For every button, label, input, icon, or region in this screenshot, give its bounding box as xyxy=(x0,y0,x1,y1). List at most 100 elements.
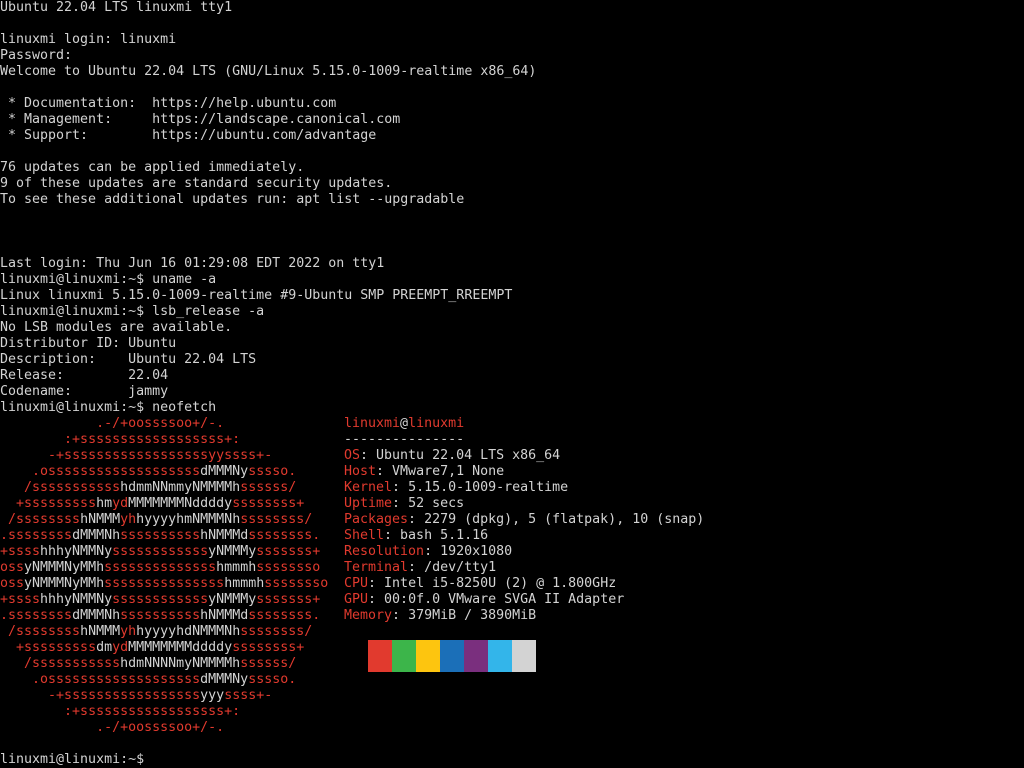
logo-segment: +ssss xyxy=(0,544,41,559)
logo-segment: dMMMNy xyxy=(200,672,249,687)
logo-segment xyxy=(0,720,96,735)
info-row-uptime: Uptime: 52 secs xyxy=(344,496,464,512)
logo-segment xyxy=(0,704,64,719)
password-line: Password: xyxy=(0,48,73,63)
color-swatch xyxy=(464,640,488,672)
info-colon: : xyxy=(368,592,385,607)
logo-segment xyxy=(0,640,16,655)
security-updates-line: 9 of these updates are standard security… xyxy=(0,176,393,191)
login-line: linuxmi login: linuxmi xyxy=(0,32,177,47)
info-value: Intel i5-8250U (2) @ 1.800GHz xyxy=(384,576,617,591)
logo-segment: /ssssssss xyxy=(8,512,81,527)
logo-line: ossyNMMMNyMMhssssssssssssssshmmmhsssssss… xyxy=(0,576,328,592)
info-row-resolution: Resolution: 1920x1080 xyxy=(344,544,512,560)
logo-segment: .osssssssssssssssssss xyxy=(32,672,201,687)
logo-line: -+ssssssssssssssssssyyssss+- xyxy=(0,448,272,464)
logo-segment: -+sssssssssssssssss xyxy=(48,688,201,703)
logo-segment: ssssssso xyxy=(264,576,329,591)
logo-segment: hhhyNMMNy xyxy=(40,544,113,559)
logo-segment: dMMMNh xyxy=(72,608,121,623)
logo-segment: hmmmh xyxy=(224,576,265,591)
info-colon: : xyxy=(392,608,409,623)
command-neofetch: linuxmi@linuxmi:~$ neofetch xyxy=(0,400,217,415)
neofetch-title: linuxmi@linuxmi xyxy=(344,416,464,432)
uname-output: Linux linuxmi 5.15.0-1009-realtime #9-Ub… xyxy=(0,288,513,303)
info-colon: : xyxy=(384,528,401,543)
info-row-packages: Packages: 2279 (dpkg), 5 (flatpak), 10 (… xyxy=(344,512,704,528)
logo-segment: .osssssssssssssssssss xyxy=(32,464,201,479)
info-value: /dev/tty1 xyxy=(424,560,497,575)
logo-segment: yNMMMy xyxy=(208,544,257,559)
logo-segment: hdmNNNNmyNMMMMh xyxy=(120,656,241,671)
neofetch-separator: --------------- xyxy=(344,432,465,447)
logo-segment: ssssssssssss xyxy=(112,592,209,607)
info-key: Memory xyxy=(344,608,393,623)
logo-segment: sssso. xyxy=(248,672,297,687)
info-value: Ubuntu 22.04 LTS x86_64 xyxy=(376,448,561,463)
logo-line: .-/+oossssoo+/-. xyxy=(0,720,224,736)
tty-console[interactable]: Ubuntu 22.04 LTS linuxmi tty1 linuxmi lo… xyxy=(0,0,1024,768)
logo-segment: ssssssss. xyxy=(248,608,321,623)
logo-segment: hdmmNNmmyNMMMMh xyxy=(120,480,241,495)
logo-segment: sssssss+ xyxy=(256,544,321,559)
lsb-output-line: Description: Ubuntu 22.04 LTS xyxy=(0,352,257,367)
logo-segment: ssssssss/ xyxy=(240,624,313,639)
logo-segment xyxy=(0,480,24,495)
logo-segment: +sssssssss xyxy=(16,496,97,511)
logo-segment: dMMMNy xyxy=(200,464,249,479)
logo-line: +ssssssssshmydMMMMMMMNddddyssssssss+ xyxy=(0,496,304,512)
neofetch-user: linuxmi xyxy=(344,416,401,431)
logo-segment: sssssss+ xyxy=(256,592,321,607)
info-row-cpu: CPU: Intel i5-8250U (2) @ 1.800GHz xyxy=(344,576,616,592)
logo-segment: yNMMMNyMMh xyxy=(24,576,105,591)
color-swatch xyxy=(392,640,416,672)
console-header: Ubuntu 22.04 LTS linuxmi tty1 xyxy=(0,0,233,15)
info-colon: : xyxy=(392,496,409,511)
logo-segment xyxy=(0,464,32,479)
logo-line: :+ssssssssssssssssss+: xyxy=(0,432,240,448)
logo-segment: ssssssssssss xyxy=(112,544,209,559)
logo-line: +sssshhhyNMMNyssssssssssssyNMMMysssssss+ xyxy=(0,592,320,608)
support-link-line: * Support: https://ubuntu.com/advantage xyxy=(0,128,377,143)
color-swatch xyxy=(440,640,464,672)
logo-line: ossyNMMMNyMMhsssssssssssssshmmmhssssssso xyxy=(0,560,320,576)
info-row-host: Host: VMware7,1 None xyxy=(344,464,504,480)
logo-segment: sssssssssssssss xyxy=(104,576,225,591)
logo-line: -+sssssssssssssssssyyyssss+- xyxy=(0,688,272,704)
welcome-message: Welcome to Ubuntu 22.04 LTS (GNU/Linux 5… xyxy=(0,64,537,79)
info-key: GPU xyxy=(344,592,369,607)
info-value: 2279 (dpkg), 5 (flatpak), 10 (snap) xyxy=(424,512,705,527)
logo-line: .osssssssssssssssssssdMMMNysssso. xyxy=(0,672,296,688)
lsb-output-line: Codename: jammy xyxy=(0,384,169,399)
info-key: Packages xyxy=(344,512,409,527)
logo-segment xyxy=(0,432,64,447)
logo-segment: :+ssssssssssssssssss+: xyxy=(64,432,241,447)
logo-segment: /ssssssss xyxy=(8,624,81,639)
logo-line: +sssssssssdmydMMMMMMMMddddyssssssss+ xyxy=(0,640,304,656)
logo-segment: MMMMMMMMddddy xyxy=(128,640,233,655)
logo-segment: yd xyxy=(112,496,129,511)
logo-segment xyxy=(0,448,48,463)
logo-segment: ssssssssss xyxy=(120,528,201,543)
logo-segment: hNMMM xyxy=(80,624,121,639)
info-key: CPU xyxy=(344,576,369,591)
command-lsb-release: linuxmi@linuxmi:~$ lsb_release -a xyxy=(0,304,265,319)
logo-segment xyxy=(0,656,24,671)
info-value: 1920x1080 xyxy=(440,544,513,559)
info-colon: : xyxy=(368,576,385,591)
management-link-line: * Management: https://landscape.canonica… xyxy=(0,112,401,127)
logo-segment: hhhyNMMNy xyxy=(40,592,113,607)
command-uname: linuxmi@linuxmi:~$ uname -a xyxy=(0,272,217,287)
logo-segment xyxy=(0,624,8,639)
logo-segment: .ssssssss xyxy=(0,608,73,623)
info-key: Uptime xyxy=(344,496,393,511)
info-value: 5.15.0-1009-realtime xyxy=(408,480,569,495)
logo-line: .ssssssssdMMMNhsssssssssshNMMMdssssssss. xyxy=(0,528,320,544)
info-value: VMware7,1 None xyxy=(392,464,505,479)
shell-prompt[interactable]: linuxmi@linuxmi:~$ xyxy=(0,752,152,768)
logo-segment: /sssssssssss xyxy=(24,480,121,495)
logo-segment: dMMMNh xyxy=(72,528,121,543)
logo-segment: ssssssssss xyxy=(120,608,201,623)
logo-segment: hNMMM xyxy=(80,512,121,527)
neofetch-at: @ xyxy=(400,416,409,431)
